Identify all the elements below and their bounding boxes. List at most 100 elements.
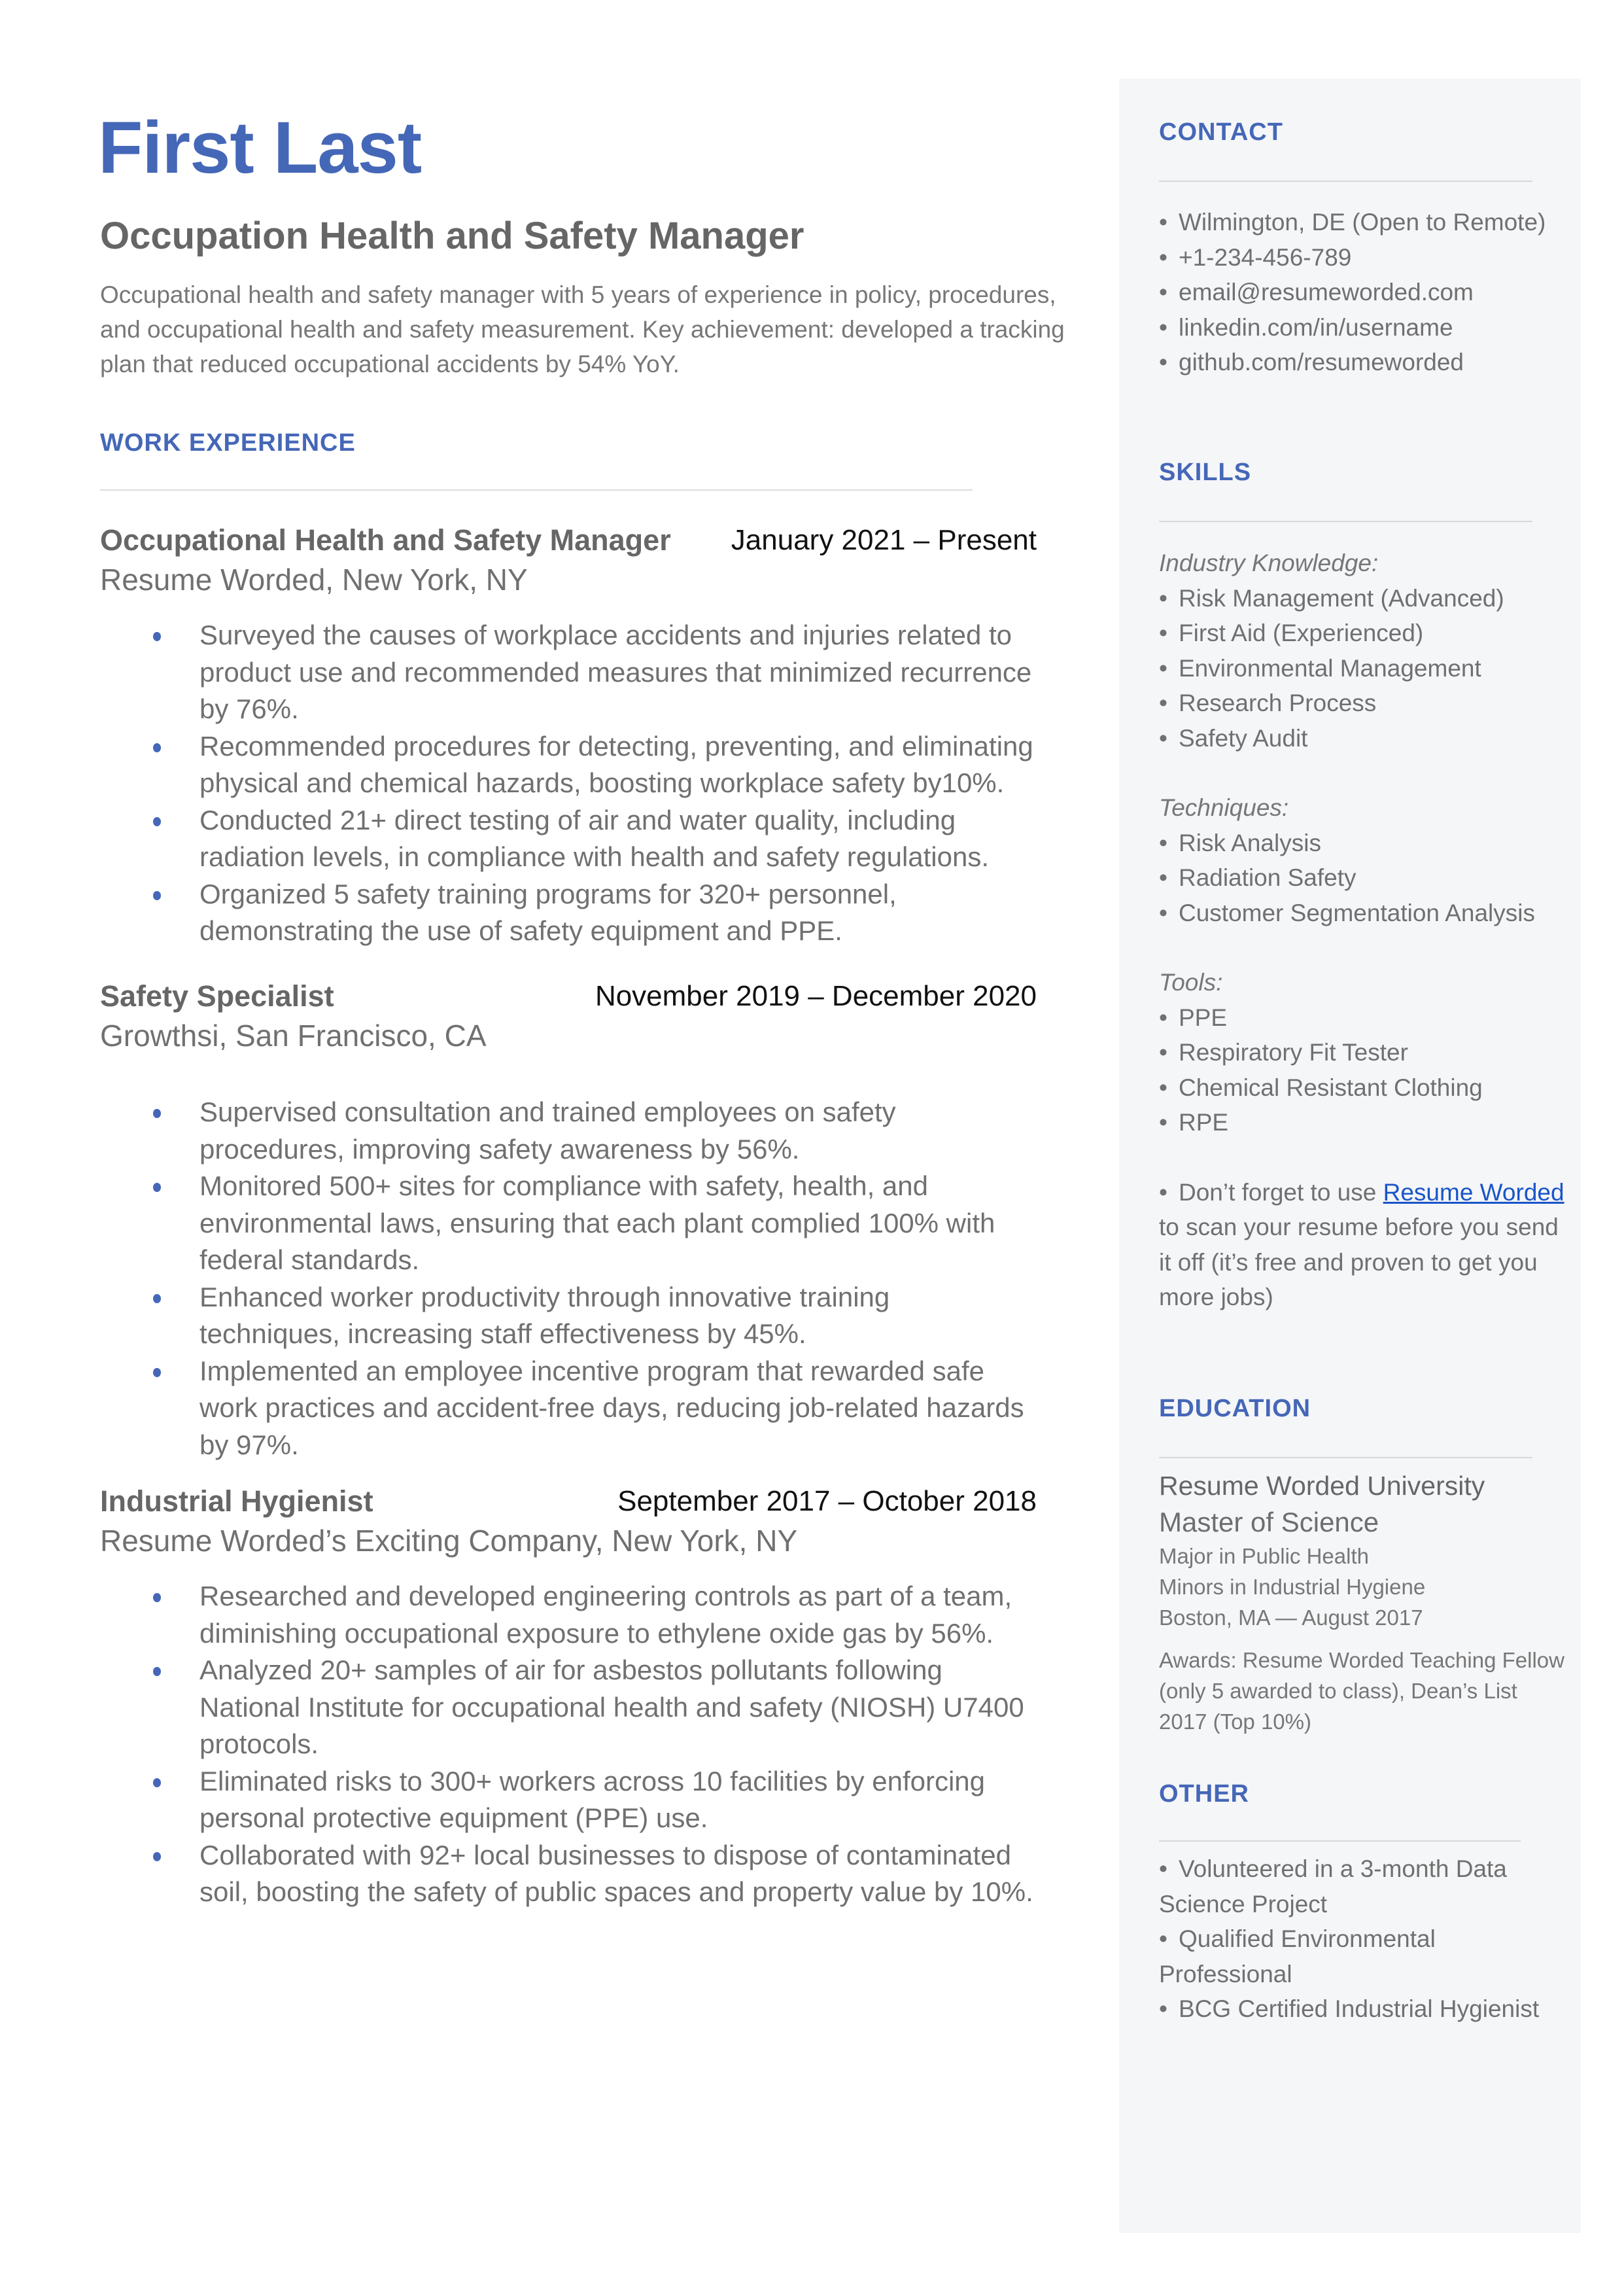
contact-text: Wilmington, DE (Open to Remote): [1179, 209, 1546, 236]
bullet-dot-icon: [153, 632, 161, 641]
skill-text: Research Process: [1179, 690, 1377, 716]
job-company: Growthsi, San Francisco, CA: [100, 1019, 487, 1053]
skill-group: Techniques: • Risk Analysis • Radiation Sa…: [1159, 790, 1564, 930]
skill-list: • PPE • Respiratory Fit Tester • Chemical R…: [1159, 1000, 1564, 1140]
section-divider: [1159, 1840, 1521, 1842]
skill-text: Chemical Resistant Clothing: [1179, 1074, 1483, 1101]
bullet-item: Analyzed 20+ samples of air for asbestos…: [100, 1652, 1037, 1763]
other-item: • BCG Certified Industrial Hygienist: [1159, 1991, 1564, 2027]
skill-group: Tools: • PPE • Respiratory Fit Tester • Che…: [1159, 965, 1564, 1140]
job-entry: Safety Specialist November 2019 – Decemb…: [100, 977, 1037, 1463]
skill-item: • PPE: [1159, 1000, 1564, 1036]
bullet-dot-icon: [153, 816, 161, 826]
bullet-icon: •: [1159, 1074, 1167, 1101]
skill-text: Risk Analysis: [1179, 829, 1321, 856]
job-title: Occupational Health and Safety Manager: [100, 523, 671, 557]
skill-item: • First Aid (Experienced): [1159, 616, 1564, 651]
bullet-item: Organized 5 safety training programs for…: [100, 876, 1037, 950]
contact-linkedin[interactable]: • linkedin.com/in/username: [1159, 310, 1564, 345]
other-text: Volunteered in a 3-month Data Science Pr…: [1159, 1855, 1507, 1918]
skill-category: Tools:: [1159, 969, 1223, 996]
bullet-icon: •: [1159, 1039, 1167, 1066]
bullet-item: Researched and developed engineering con…: [100, 1578, 1037, 1652]
job-bullets: Surveyed the causes of workplace acciden…: [100, 617, 1037, 950]
bullet-dot-icon: [153, 1293, 161, 1303]
job-dates: November 2019 – December 2020: [595, 980, 1037, 1012]
job-title: Industrial Hygienist: [100, 1484, 373, 1518]
skills-block: Industry Knowledge: • Risk Management (Ad…: [1159, 546, 1564, 1315]
job-entry: Industrial Hygienist September 2017 – Oc…: [100, 1482, 1037, 1911]
skill-text: Radiation Safety: [1179, 864, 1356, 891]
job-title: Safety Specialist: [100, 979, 334, 1013]
awards: Awards: Resume Worded Teaching Fellow (o…: [1159, 1648, 1564, 1734]
bullet-icon: •: [1159, 724, 1167, 752]
other-item: • Volunteered in a 3-month Data Science P…: [1159, 1851, 1564, 1921]
skill-text: Risk Management (Advanced): [1179, 584, 1504, 612]
contact-list: • Wilmington, DE (Open to Remote) • +1-234…: [1159, 205, 1564, 380]
section-divider: [1159, 181, 1532, 182]
bullet-text: Monitored 500+ sites for compliance with…: [199, 1170, 995, 1275]
bullet-icon: •: [1159, 584, 1167, 612]
bullet-text: Organized 5 safety training programs for…: [199, 878, 897, 947]
job-bullets: Supervised consultation and trained empl…: [100, 1094, 1037, 1463]
skill-list: • Risk Management (Advanced) • First Aid (…: [1159, 581, 1564, 756]
other-list: • Volunteered in a 3-month Data Science P…: [1159, 1851, 1564, 2027]
bullet-icon: •: [1159, 349, 1167, 376]
bullet-text: Recommended procedures for detecting, pr…: [199, 730, 1033, 799]
bullet-dot-icon: [153, 1851, 161, 1861]
skill-item: • Safety Audit: [1159, 721, 1564, 756]
other-text: Qualified Environmental Professional: [1159, 1925, 1436, 1988]
bullet-icon: •: [1159, 864, 1167, 891]
bullet-icon: •: [1159, 620, 1167, 646]
contact-text[interactable]: linkedin.com/in/username: [1179, 314, 1453, 341]
bullet-icon: •: [1159, 654, 1167, 682]
skill-item: • RPE: [1159, 1105, 1564, 1140]
skill-item: • Risk Analysis: [1159, 826, 1564, 861]
resume-worded-link[interactable]: Resume Worded: [1383, 1179, 1564, 1206]
job-company: Resume Worded, New York, NY: [100, 563, 528, 597]
bullet-icon: •: [1159, 313, 1167, 341]
bullet-item: Enhanced worker productivity through inn…: [100, 1279, 1037, 1353]
bullet-dot-icon: [153, 890, 161, 900]
bullet-item: Monitored 500+ sites for compliance with…: [100, 1168, 1037, 1279]
contact-text[interactable]: email@resumeworded.com: [1179, 279, 1474, 306]
bullet-text: Implemented an employee incentive progra…: [199, 1355, 1024, 1460]
bullet-text: Supervised consultation and trained empl…: [199, 1096, 896, 1165]
promo-text-after: to scan your resume before you send it o…: [1159, 1214, 1559, 1310]
job-company: Resume Worded’s Exciting Company, New Yo…: [100, 1524, 798, 1558]
candidate-name: First Last: [98, 107, 422, 188]
bullet-item: Recommended procedures for detecting, pr…: [100, 728, 1037, 802]
job-bullets: Researched and developed engineering con…: [100, 1578, 1037, 1911]
skill-text: PPE: [1179, 1004, 1228, 1031]
section-divider: [100, 489, 973, 491]
skill-item: • Research Process: [1159, 686, 1564, 721]
bullet-dot-icon: [153, 1183, 161, 1192]
bullet-dot-icon: [153, 1593, 161, 1602]
skill-item: • Chemical Resistant Clothing: [1159, 1070, 1564, 1106]
job-dates: September 2017 – October 2018: [617, 1485, 1037, 1517]
skill-category: Industry Knowledge:: [1159, 550, 1379, 576]
skills-heading: SKILLS: [1159, 459, 1252, 486]
contact-phone[interactable]: • +1-234-456-789: [1159, 240, 1564, 275]
other-heading: OTHER: [1159, 1780, 1249, 1808]
contact-github[interactable]: • github.com/resumeworded: [1159, 345, 1564, 380]
contact-email[interactable]: • email@resumeworded.com: [1159, 275, 1564, 310]
degree: Master of Science: [1159, 1507, 1379, 1537]
bullet-icon: •: [1159, 279, 1167, 306]
summary: Occupational health and safety manager w…: [100, 281, 1065, 377]
bullet-icon: •: [1159, 1855, 1167, 1882]
contact-text[interactable]: github.com/resumeworded: [1179, 349, 1464, 376]
skill-group: Industry Knowledge: • Risk Management (Ad…: [1159, 546, 1564, 756]
skill-text: Respiratory Fit Tester: [1179, 1039, 1408, 1066]
bullet-item: Eliminated risks to 300+ workers across …: [100, 1763, 1037, 1837]
skill-text: RPE: [1179, 1109, 1229, 1136]
section-divider: [1159, 1457, 1532, 1458]
contact-heading: CONTACT: [1159, 118, 1283, 146]
bullet-item: Collaborated with 92+ local businesses t…: [100, 1837, 1037, 1911]
bullet-dot-icon: [153, 1367, 161, 1377]
major: Major in Public Health: [1159, 1544, 1369, 1568]
contact-text[interactable]: +1-234-456-789: [1179, 244, 1351, 271]
skill-item: • Environmental Management: [1159, 651, 1564, 686]
bullet-text: Collaborated with 92+ local businesses t…: [199, 1839, 1033, 1908]
bullet-icon: •: [1159, 209, 1167, 236]
